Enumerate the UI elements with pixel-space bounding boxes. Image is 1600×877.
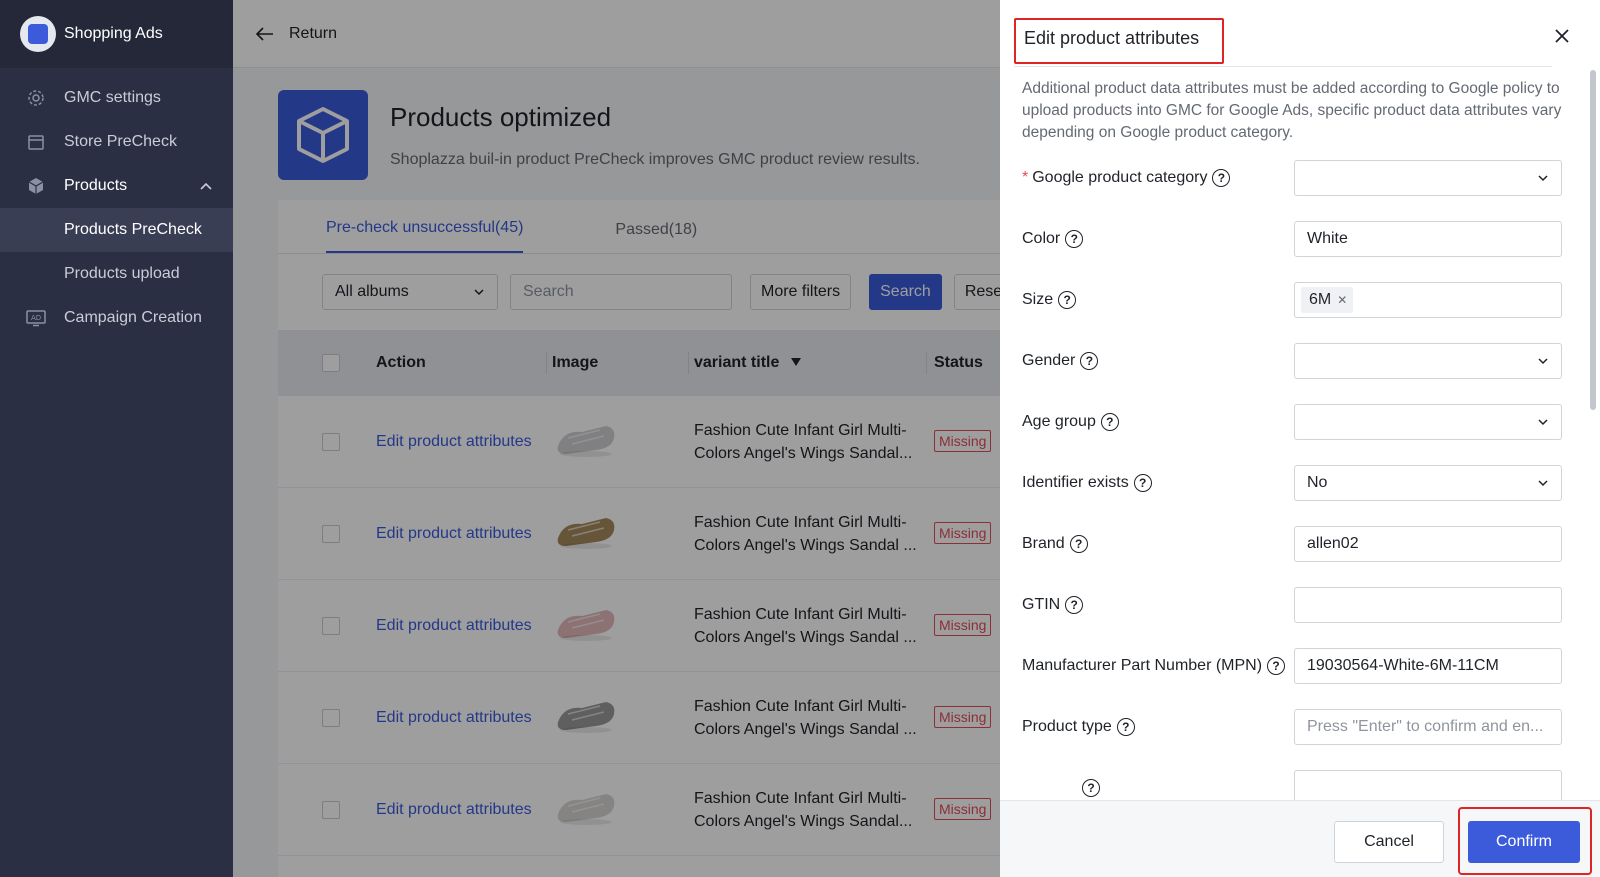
field-label: GTIN: [1022, 596, 1061, 613]
confirm-button[interactable]: Confirm: [1468, 821, 1580, 863]
help-icon[interactable]: ?: [1267, 657, 1286, 675]
help-icon[interactable]: ?: [1065, 230, 1084, 248]
help-icon[interactable]: ?: [1082, 779, 1100, 797]
sidebar-item-products-upload[interactable]: Products upload: [0, 252, 233, 296]
required-asterisk: *: [1022, 169, 1029, 186]
sidebar-item-label: Products PreCheck: [64, 221, 202, 238]
chevron-up-icon: [199, 179, 213, 198]
sidebar-item-gmc-settings[interactable]: GMC settings: [0, 76, 233, 120]
help-icon[interactable]: ?: [1058, 291, 1077, 309]
drawer-description: Additional product data attributes must …: [1022, 80, 1562, 141]
age-group-select[interactable]: [1294, 404, 1562, 440]
field-label: Google product category: [1032, 169, 1208, 186]
field-label: Manufacturer Part Number (MPN): [1022, 657, 1263, 674]
help-icon[interactable]: ?: [1080, 352, 1099, 370]
field-label: Color: [1022, 230, 1061, 247]
sidebar-item-products-precheck[interactable]: Products PreCheck: [0, 208, 233, 252]
sidebar-item-store-precheck[interactable]: Store PreCheck: [0, 120, 233, 164]
color-input[interactable]: White: [1294, 221, 1562, 257]
brand[interactable]: Shopping Ads: [0, 0, 233, 68]
sidebar-item-campaign-creation[interactable]: AD Campaign Creation: [0, 296, 233, 340]
field-next-partial: ?: [1022, 770, 1562, 800]
cancel-button[interactable]: Cancel: [1334, 821, 1444, 863]
drawer-body: Additional product data attributes must …: [1000, 68, 1583, 800]
next-input[interactable]: [1294, 770, 1562, 800]
drawer-title: Edit product attributes: [1014, 18, 1224, 64]
sidebar-item-label: GMC settings: [64, 89, 161, 106]
chevron-down-icon: [1538, 419, 1548, 426]
google-product-category-select[interactable]: [1294, 160, 1562, 196]
sidebar-item-label: Store PreCheck: [64, 133, 177, 150]
field-mpn: Manufacturer Part Number (MPN)? 19030564…: [1022, 648, 1562, 684]
help-icon[interactable]: ?: [1116, 718, 1135, 736]
gear-icon: [26, 88, 46, 108]
sidebar-item-label: Products upload: [64, 265, 180, 282]
size-tag-input[interactable]: 6M ✕: [1294, 282, 1562, 318]
field-google-product-category: * Google product category?: [1022, 160, 1562, 196]
remove-tag-icon[interactable]: ✕: [1337, 293, 1347, 307]
help-icon[interactable]: ?: [1100, 413, 1119, 431]
sidebar-item-label: Products: [64, 177, 128, 194]
field-identifier-exists: Identifier exists? No: [1022, 465, 1562, 501]
field-label: Age group: [1022, 413, 1096, 430]
field-label: Product type: [1022, 718, 1112, 735]
help-icon[interactable]: ?: [1212, 169, 1231, 187]
drawer-scrollbar[interactable]: [1590, 70, 1596, 410]
field-color: Color? White: [1022, 221, 1562, 257]
box-icon: [26, 176, 46, 196]
edit-attributes-drawer: Edit product attributes Additional produ…: [1000, 0, 1600, 877]
help-icon[interactable]: ?: [1065, 596, 1084, 614]
gender-select[interactable]: [1294, 343, 1562, 379]
field-size: Size? 6M ✕: [1022, 282, 1562, 318]
field-label: Brand: [1022, 535, 1065, 552]
close-icon[interactable]: [1552, 26, 1572, 46]
size-tag-label: 6M: [1309, 291, 1332, 308]
identifier-exists-select[interactable]: No: [1294, 465, 1562, 501]
field-age-group: Age group?: [1022, 404, 1562, 440]
field-gender: Gender?: [1022, 343, 1562, 379]
chevron-down-icon: [1538, 358, 1548, 365]
field-brand: Brand? allen02: [1022, 526, 1562, 562]
svg-text:AD: AD: [31, 314, 41, 322]
field-gtin: GTIN?: [1022, 587, 1562, 623]
sidebar-item-products[interactable]: Products: [0, 164, 233, 208]
ad-icon: AD: [26, 308, 46, 328]
size-tag: 6M ✕: [1301, 287, 1354, 313]
mpn-input[interactable]: 19030564-White-6M-11CM: [1294, 648, 1562, 684]
field-label: Gender: [1022, 352, 1076, 369]
product-type-input[interactable]: Press "Enter" to confirm and en...: [1294, 709, 1562, 745]
app-name: Shopping Ads: [64, 25, 163, 42]
gtin-input[interactable]: [1294, 587, 1562, 623]
brand-input[interactable]: allen02: [1294, 526, 1562, 562]
help-icon[interactable]: ?: [1069, 535, 1088, 553]
app-logo-icon: [20, 16, 56, 52]
chevron-down-icon: [1538, 480, 1548, 487]
store-icon: [26, 132, 46, 152]
sidebar: Shopping Ads GMC settings Store PreCheck…: [0, 0, 233, 877]
field-product-type: Product type? Press "Enter" to confirm a…: [1022, 709, 1562, 745]
help-icon[interactable]: ?: [1133, 474, 1152, 492]
sidebar-item-label: Campaign Creation: [64, 309, 202, 326]
drawer-footer: Cancel Confirm: [1000, 800, 1600, 877]
select-value: No: [1307, 474, 1328, 491]
chevron-down-icon: [1538, 175, 1548, 182]
field-label: Identifier exists: [1022, 474, 1129, 491]
drawer-divider: [1014, 66, 1552, 67]
field-label: Size: [1022, 291, 1054, 308]
